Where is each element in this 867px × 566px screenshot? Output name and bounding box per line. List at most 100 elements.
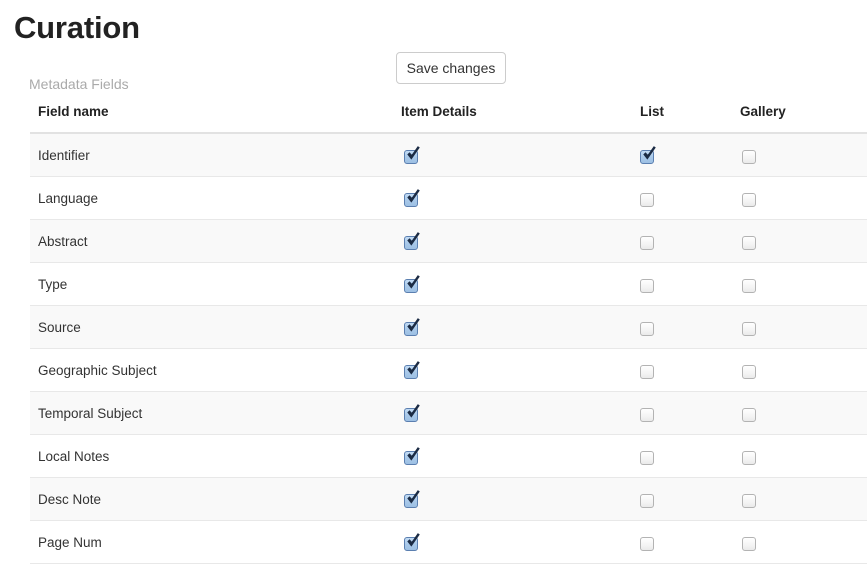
list-cell [640, 391, 740, 435]
checkbox-box [404, 321, 418, 336]
item-details-cell [401, 348, 640, 392]
page-title: Curation [14, 10, 140, 45]
checkbox-box [742, 407, 756, 422]
item-details-cell [401, 434, 640, 478]
table-header-row: Field name Item Details List Gallery [30, 104, 867, 134]
item-details-checkbox[interactable] [404, 532, 420, 551]
column-header-item-details: Item Details [401, 104, 640, 134]
table-row: Source [30, 305, 867, 349]
table-row: Abstract [30, 219, 867, 263]
gallery-cell [740, 391, 867, 435]
checkbox-box [404, 278, 418, 293]
gallery-cell [740, 520, 867, 564]
list-cell [640, 133, 740, 177]
field-name-label: Source [38, 319, 81, 335]
item-details-cell [401, 262, 640, 306]
gallery-checkbox[interactable] [742, 278, 756, 293]
gallery-cell [740, 133, 867, 177]
table-row: Type [30, 262, 867, 306]
list-checkbox[interactable] [640, 235, 654, 250]
metadata-fields-table-container: Field name Item Details List Gallery Ide… [30, 104, 867, 564]
item-details-checkbox[interactable] [404, 489, 420, 508]
item-details-checkbox[interactable] [404, 274, 420, 293]
field-name-label: Local Notes [38, 448, 110, 464]
gallery-cell [740, 477, 867, 521]
table-body: Identifier Language Abstract Type Source Geog… [30, 133, 867, 564]
gallery-checkbox[interactable] [742, 321, 756, 336]
field-name-label: Geographic Subject [38, 362, 157, 378]
gallery-checkbox[interactable] [742, 493, 756, 508]
table-header: Field name Item Details List Gallery [30, 104, 867, 134]
field-name-cell: Page Num [30, 520, 401, 564]
list-checkbox[interactable] [640, 145, 656, 164]
item-details-checkbox[interactable] [404, 446, 420, 465]
item-details-cell [401, 305, 640, 349]
list-cell [640, 219, 740, 263]
item-details-checkbox[interactable] [404, 145, 420, 164]
field-name-label: Temporal Subject [38, 405, 143, 421]
field-name-cell: Local Notes [30, 434, 401, 478]
list-checkbox[interactable] [640, 493, 654, 508]
item-details-checkbox[interactable] [404, 403, 420, 422]
field-name-cell: Type [30, 262, 401, 306]
list-cell [640, 262, 740, 306]
checkbox-box [404, 192, 418, 207]
list-checkbox[interactable] [640, 450, 654, 465]
list-checkbox[interactable] [640, 536, 654, 551]
checkbox-box [404, 536, 418, 551]
list-cell [640, 477, 740, 521]
item-details-checkbox[interactable] [404, 231, 420, 250]
gallery-checkbox[interactable] [742, 536, 756, 551]
checkbox-box [742, 278, 756, 293]
field-name-cell: Geographic Subject [30, 348, 401, 392]
list-cell [640, 305, 740, 349]
checkbox-box [742, 364, 756, 379]
gallery-cell [740, 348, 867, 392]
list-checkbox[interactable] [640, 321, 654, 336]
save-changes-button[interactable]: Save changes [396, 52, 506, 84]
checkbox-box [742, 321, 756, 336]
gallery-cell [740, 305, 867, 349]
item-details-checkbox[interactable] [404, 360, 420, 379]
table-row: Local Notes [30, 434, 867, 478]
gallery-cell [740, 262, 867, 306]
field-name-cell: Desc Note [30, 477, 401, 521]
metadata-fields-table: Field name Item Details List Gallery Ide… [30, 104, 867, 564]
gallery-checkbox[interactable] [742, 149, 756, 164]
table-row: Temporal Subject [30, 391, 867, 435]
checkbox-box [640, 407, 654, 422]
field-name-cell: Identifier [30, 133, 401, 177]
list-checkbox[interactable] [640, 192, 654, 207]
table-row: Language [30, 176, 867, 220]
gallery-checkbox[interactable] [742, 407, 756, 422]
list-checkbox[interactable] [640, 407, 654, 422]
list-checkbox[interactable] [640, 364, 654, 379]
checkbox-box [640, 321, 654, 336]
column-header-field-name: Field name [30, 104, 401, 134]
gallery-cell [740, 434, 867, 478]
checkbox-box [640, 493, 654, 508]
table-row: Geographic Subject [30, 348, 867, 392]
item-details-cell [401, 520, 640, 564]
item-details-checkbox[interactable] [404, 317, 420, 336]
checkbox-box [404, 235, 418, 250]
checkbox-box [742, 536, 756, 551]
gallery-checkbox[interactable] [742, 235, 756, 250]
item-details-checkbox[interactable] [404, 188, 420, 207]
gallery-cell [740, 176, 867, 220]
checkbox-box [640, 235, 654, 250]
item-details-cell [401, 219, 640, 263]
gallery-checkbox[interactable] [742, 192, 756, 207]
list-checkbox[interactable] [640, 278, 654, 293]
list-cell [640, 520, 740, 564]
field-name-label: Abstract [38, 233, 88, 249]
gallery-checkbox[interactable] [742, 450, 756, 465]
checkbox-box [404, 407, 418, 422]
item-details-cell [401, 176, 640, 220]
field-name-cell: Abstract [30, 219, 401, 263]
checkbox-box [404, 493, 418, 508]
gallery-checkbox[interactable] [742, 364, 756, 379]
column-header-list: List [640, 104, 740, 134]
table-row: Desc Note [30, 477, 867, 521]
checkbox-box [640, 278, 654, 293]
